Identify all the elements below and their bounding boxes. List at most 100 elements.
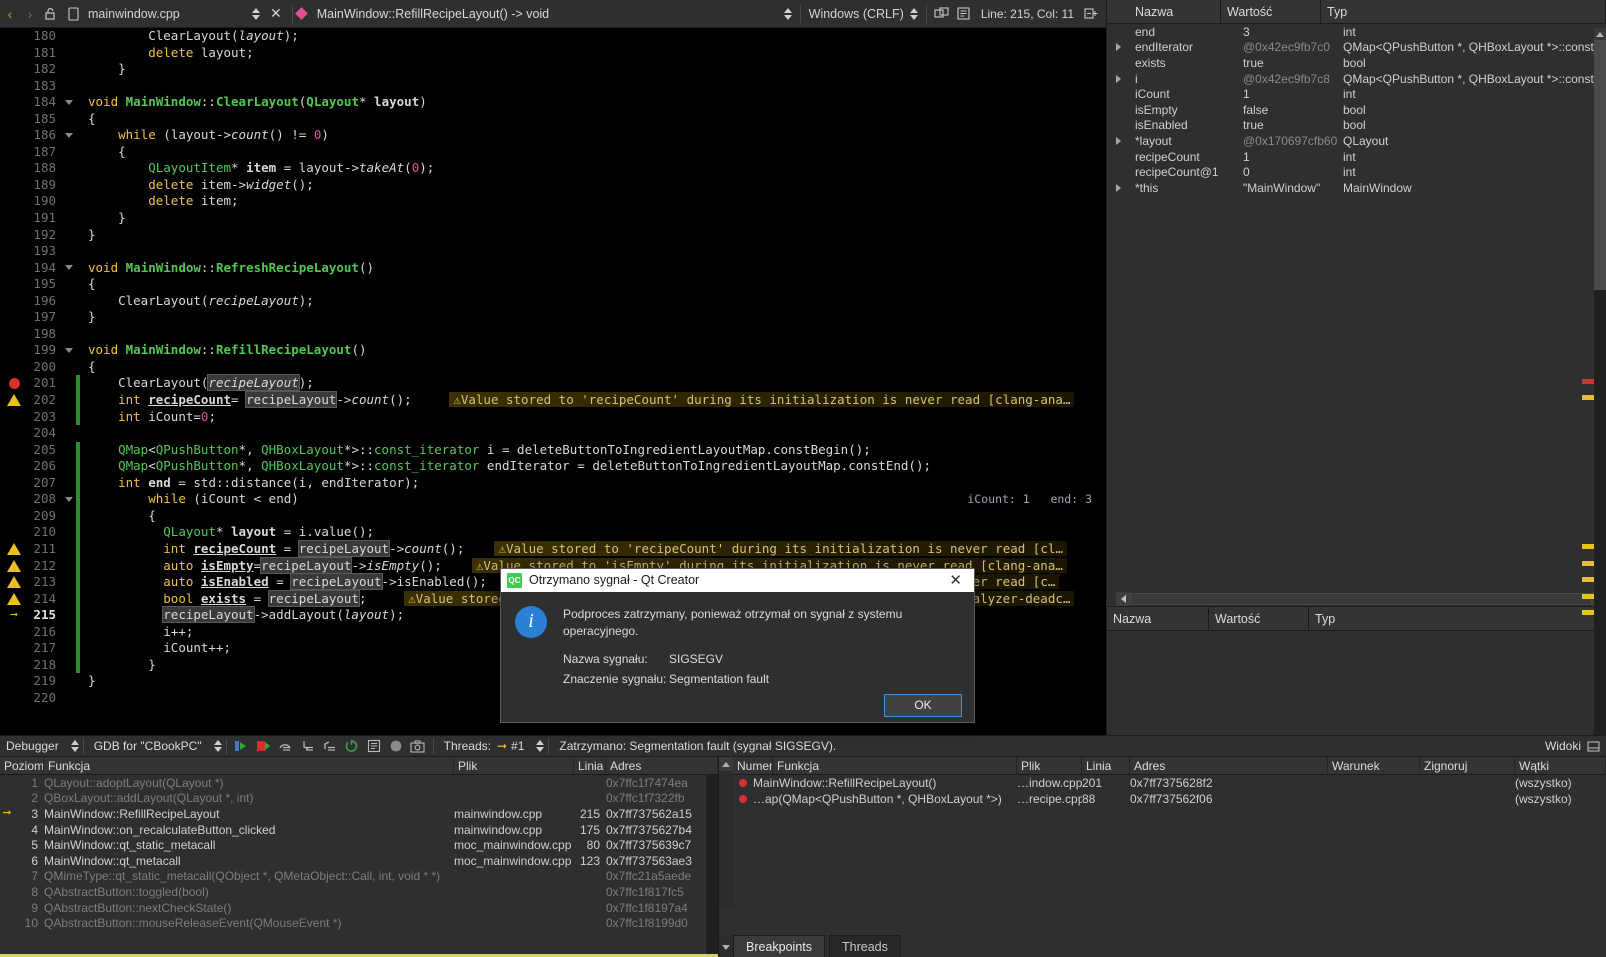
fold-toggle-icon[interactable] [62,127,76,144]
scroll-marker-warning[interactable] [1582,544,1594,550]
breakpoint-row[interactable]: …ap(QMap<QPushButton *, QHBoxLayout *>) …… [733,791,1606,807]
code-text[interactable]: int recipeCount= recipeLayout->count(); … [80,391,1106,409]
code-line[interactable]: 203 int iCount=0; [0,408,1106,426]
code-text[interactable]: } [80,61,1106,78]
bp-col-address[interactable]: Adres [1130,757,1328,774]
code-text[interactable]: { [80,508,1106,525]
code-line[interactable]: 195 { [0,276,1106,293]
stack-frame-row[interactable]: 6 MainWindow::qt_metacall moc_mainwindow.c… [0,853,718,869]
code-text[interactable]: ClearLayout(recipeLayout); [80,293,1106,310]
text-wrap-icon[interactable] [953,3,975,25]
views-button[interactable]: Widoki [1545,739,1606,753]
breakpoints-side-scroll[interactable] [719,757,733,907]
code-text[interactable]: delete item; [80,193,1106,210]
locals-row[interactable]: isEnabled true bool [1107,118,1606,134]
continue-icon[interactable] [231,737,253,755]
locals-hscroll-track[interactable] [1130,593,1592,605]
code-text[interactable]: while (layout->count() != 0) [80,127,1106,144]
locals-col-value[interactable]: Wartość [1221,0,1321,23]
code-line[interactable]: 193 [0,243,1106,260]
scroll-marker-warning[interactable] [1582,395,1594,401]
stack-frame-row[interactable]: 7 QMimeType::qt_static_metacall(QObject *… [0,869,718,885]
split-icon[interactable] [931,3,953,25]
step-out-icon[interactable] [319,737,341,755]
stack-frame-row[interactable]: 4 MainWindow::on_recalculateButton_clicke… [0,822,718,838]
stack-col-file[interactable]: Plik [454,757,574,774]
locals-row[interactable]: endIterator @0x42ec9fb7c0 QMap<QPushButton… [1107,40,1606,56]
code-text[interactable]: void MainWindow::RefreshRecipeLayout() [80,260,1106,277]
expr-col-value[interactable]: Wartość [1209,607,1309,630]
engine-chevron-icon[interactable] [213,740,222,752]
fold-toggle-icon[interactable] [62,342,76,359]
stop-icon[interactable] [253,737,275,755]
fold-toggle-icon[interactable] [62,260,76,277]
scroll-marker-breakpoint[interactable] [1582,378,1594,384]
code-line[interactable]: 180 ClearLayout(layout); [0,28,1106,45]
code-text[interactable]: int end = std::distance(i, endIterator); [80,475,1106,492]
ok-button[interactable]: OK [884,693,962,717]
instruction-view-icon[interactable] [363,737,385,755]
stack-frame-row[interactable]: 9 QAbstractButton::nextCheckState() 0x7ffc… [0,900,718,916]
code-text[interactable]: while (iCount < end) iCount: 1 end: 3 [80,491,1106,508]
code-text[interactable]: QMap<QPushButton*, QHBoxLayout*>::const_… [80,458,1106,475]
bps-scroll-down-icon[interactable] [719,937,733,957]
locals-row[interactable]: *this "MainWindow" MainWindow [1107,180,1606,196]
code-line[interactable]: 209 { [0,507,1106,525]
code-line[interactable]: 194 void MainWindow::RefreshRecipeLayout(… [0,260,1106,277]
tab-breakpoints[interactable]: Breakpoints [733,935,826,957]
warning-triangle-icon[interactable] [0,558,28,575]
stack-frame-row[interactable]: 2 QBoxLayout::addLayout(QLayout *, int) 0x… [0,791,718,807]
code-text[interactable]: { [80,276,1106,293]
dialog-close-icon[interactable]: ✕ [943,571,968,589]
code-text[interactable]: QMap<QPushButton*, QHBoxLayout*>::const_… [80,442,1106,459]
stack-frame-row[interactable]: 1 QLayout::adoptLayout(QLayout *) 0x7ffc1f… [0,775,718,791]
stack-col-level[interactable]: Poziom [0,757,44,774]
symbol-combo[interactable]: MainWindow::RefillRecipeLayout() -> void [313,3,796,25]
code-text[interactable]: } [80,227,1106,244]
code-line[interactable]: 202 int recipeCount= recipeLayout->count… [0,391,1106,409]
close-document-icon[interactable]: ✕ [264,5,288,22]
line-ending-chevron-icon[interactable] [909,7,918,20]
open-file-combo[interactable]: mainwindow.cpp [84,3,264,25]
locals-col-name[interactable]: Nazwa [1107,0,1221,23]
code-text[interactable]: void MainWindow::RefillRecipeLayout() [80,342,1106,359]
code-line[interactable]: 206 QMap<QPushButton*, QHBoxLayout*>::co… [0,458,1106,475]
fold-toggle-icon[interactable] [62,491,76,508]
stack-frame-row[interactable]: ➞ 3 MainWindow::RefillRecipeLayout mainwind… [0,806,718,822]
code-line[interactable]: 196 ClearLayout(recipeLayout); [0,293,1106,310]
views-panel-icon[interactable] [1587,740,1600,752]
locals-horizontal-scrollbar[interactable] [1116,592,1606,606]
code-line[interactable]: 188 QLayoutItem* item = layout->takeAt(0… [0,160,1106,177]
code-text[interactable]: QLayoutItem* item = layout->takeAt(0); [80,160,1106,177]
bp-col-line[interactable]: Linia [1082,757,1130,774]
code-line[interactable]: 199 void MainWindow::RefillRecipeLayout() [0,342,1106,359]
code-text[interactable]: QLayout* layout = i.value(); [80,524,1106,541]
warning-triangle-icon[interactable] [0,392,28,409]
breakpoint-dot-icon[interactable] [733,779,753,787]
line-ending-combo[interactable]: Windows (CRLF) [805,3,922,25]
fold-toggle-icon[interactable] [62,94,76,111]
locals-row[interactable]: isEmpty false bool [1107,102,1606,118]
expand-arrow-icon[interactable] [1107,183,1129,192]
locals-col-type[interactable]: Typ [1321,0,1606,23]
locals-row[interactable]: recipeCount 1 int [1107,149,1606,165]
bp-col-ignore[interactable]: Zignoruj [1420,757,1515,774]
code-line[interactable]: 197} [0,309,1106,326]
code-line[interactable]: 210 QLayout* layout = i.value(); [0,524,1106,541]
warning-triangle-icon[interactable] [0,574,28,591]
warning-triangle-icon[interactable] [0,541,28,558]
navigate-back-icon[interactable]: ‹ [0,6,20,22]
editor-vertical-scrollbar[interactable] [1594,28,1606,735]
expand-arrow-icon[interactable] [1107,136,1129,145]
code-text[interactable]: } [80,210,1106,227]
code-line[interactable]: 198 [0,326,1106,343]
collapse-all-icon[interactable] [1080,3,1102,25]
scroll-marker-warning[interactable] [1582,593,1594,599]
record-icon[interactable] [385,737,407,755]
locals-row[interactable]: end 3 int [1107,24,1606,40]
bps-scroll-up-icon[interactable] [719,757,733,771]
code-line[interactable]: 186 while (layout->count() != 0) [0,127,1106,144]
locals-row[interactable]: iCount 1 int [1107,86,1606,102]
code-line[interactable]: 182 } [0,61,1106,78]
code-text[interactable]: int iCount=0; [80,409,1106,426]
